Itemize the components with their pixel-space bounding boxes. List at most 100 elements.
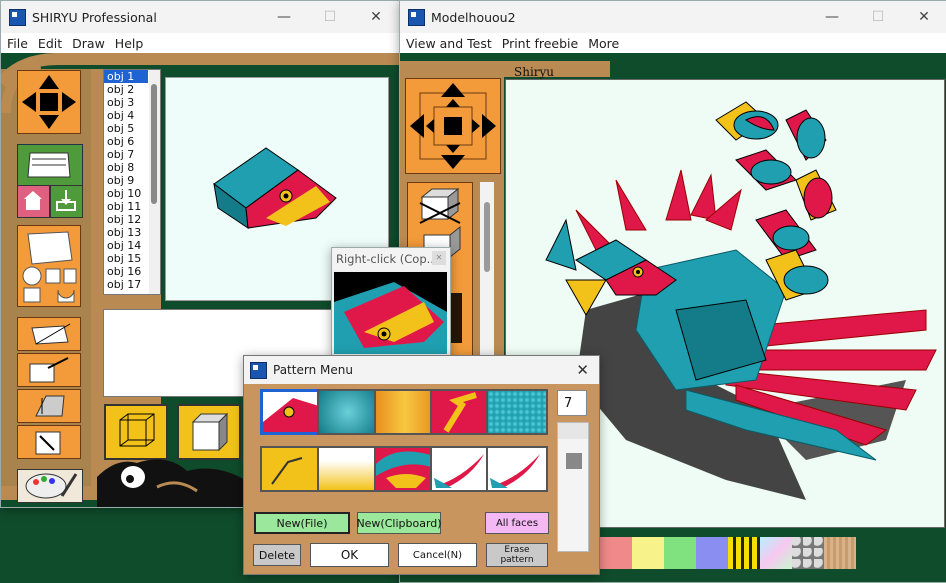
all-faces-button[interactable]: All faces [485,512,549,534]
minimize-button[interactable]: — [261,1,307,33]
solid-cube-button[interactable] [177,404,241,460]
popup-title: Right-click (Cop... [336,252,438,266]
pattern-tile-6[interactable] [260,446,322,492]
shapes-icon [22,231,77,303]
menu-edit[interactable]: Edit [38,36,62,51]
menu-file[interactable]: File [7,36,28,51]
wireframe-cube-button[interactable] [104,404,168,460]
window-title: SHIRYU Professional [32,9,157,25]
palette-icon [25,473,78,499]
delete-button[interactable]: Delete [253,544,301,566]
scroll-thumb[interactable] [566,453,582,469]
skew-tool-button[interactable] [17,389,81,423]
menu-more[interactable]: More [588,36,619,51]
move-arrow-icon [35,431,61,455]
swatch-blue[interactable] [696,537,728,569]
pattern-tile-1[interactable] [260,389,322,435]
list-item[interactable]: obj 6 [104,135,148,148]
new-clipboard-button[interactable]: New(Clipboard) [356,512,442,534]
scroll-thumb[interactable] [151,84,157,204]
list-item[interactable]: obj 11 [104,200,148,213]
pattern-tile-3[interactable] [374,389,436,435]
menu-help[interactable]: Help [115,36,144,51]
swatch-green[interactable] [664,537,696,569]
dialog-close-button[interactable]: ✕ [576,361,589,379]
pattern-tile-5[interactable] [486,389,548,435]
object-list[interactable]: obj 1 obj 2 obj 3 obj 4 obj 5 obj 6 obj 7 obj 8… [103,69,161,295]
maximize-button[interactable]: ☐ [855,1,901,33]
list-item[interactable]: obj 16 [104,265,148,278]
pattern-tile-7[interactable] [317,446,379,492]
swatch-stripe-texture[interactable] [728,537,760,569]
scroll-thumb[interactable] [484,202,490,272]
scroll-track-top [558,423,588,439]
popup-titlebar[interactable]: Right-click (Cop... ✕ [332,248,450,270]
list-item[interactable]: obj 3 [104,96,148,109]
feather-stroke-pattern-alt [490,454,540,488]
model-titlebar[interactable]: Modelhouou2 — ☐ ✕ [400,1,946,33]
erase-label-line2: pattern [500,555,534,565]
swatch-iridescent-texture[interactable] [760,537,792,569]
list-scrollbar[interactable] [149,70,160,294]
new-file-button[interactable]: New(File) [254,512,350,534]
list-item[interactable]: obj 8 [104,161,148,174]
list-item[interactable]: obj 12 [104,213,148,226]
rotate-view-pad[interactable] [17,70,81,134]
pattern-tile-9[interactable] [430,446,492,492]
menu-bar: View and Test Print freebie More [400,33,946,53]
close-button[interactable]: ✕ [353,1,399,33]
view-rotate-pad[interactable] [405,78,501,174]
pattern-tile-2[interactable] [317,389,379,435]
folder-icon [27,152,71,178]
box-tool-button[interactable] [17,317,81,351]
house-icon [24,191,42,210]
list-item[interactable]: obj 7 [104,148,148,161]
paint-palette-button[interactable] [17,469,83,503]
pattern-count-field[interactable]: 7 [557,390,587,416]
import-button[interactable] [50,185,83,218]
move-tool-button[interactable] [17,425,81,459]
shiryu-titlebar[interactable]: SHIRYU Professional — ☐ ✕ [1,1,399,33]
erase-pattern-button[interactable]: Erase pattern [486,543,548,567]
swatch-yellow[interactable] [632,537,664,569]
open-folder-button[interactable] [17,144,83,186]
feather-stroke-pattern [434,454,484,488]
list-item[interactable]: obj 9 [104,174,148,187]
list-item[interactable]: obj 1 [104,70,148,83]
shape-tools-button[interactable] [17,225,81,307]
menu-bar: File Edit Draw Help [1,33,399,53]
list-item[interactable]: obj 13 [104,226,148,239]
dialog-titlebar[interactable]: Pattern Menu ✕ [244,356,599,384]
swatch-pink[interactable] [600,537,632,569]
swatch-stones-texture[interactable] [792,537,824,569]
popup-close-icon[interactable]: ✕ [432,251,446,265]
list-item[interactable]: obj 4 [104,109,148,122]
menu-print-freebie[interactable]: Print freebie [502,36,578,51]
app-icon [408,8,425,26]
menu-view-and-test[interactable]: View and Test [406,36,492,51]
list-item[interactable]: obj 2 [104,83,148,96]
list-item[interactable]: obj 10 [104,187,148,200]
list-item[interactable]: obj 5 [104,122,148,135]
menu-draw[interactable]: Draw [72,36,105,51]
swatch-wood-texture[interactable] [824,537,856,569]
pattern-tile-8[interactable] [374,446,436,492]
pattern-tile-10[interactable] [486,446,548,492]
pattern-tile-4[interactable] [430,389,492,435]
ok-button[interactable]: OK [310,543,389,567]
maximize-button[interactable]: ☐ [307,1,353,33]
wireframe-cube-icon [119,413,155,447]
pattern-scrollbar[interactable] [557,422,589,552]
minimize-button[interactable]: — [809,1,855,33]
zigzag-pattern [443,392,477,433]
cancel-button[interactable]: Cancel(N) [398,543,477,567]
scale-tool-button[interactable] [17,353,81,387]
copy-popup-window: Right-click (Cop... ✕ [331,247,451,357]
new-object-button[interactable] [17,185,50,218]
list-item[interactable]: obj 15 [104,252,148,265]
app-icon [9,8,26,26]
list-item[interactable]: obj 14 [104,239,148,252]
list-item[interactable]: obj 17 [104,278,148,291]
close-button[interactable]: ✕ [901,1,946,33]
view-scrollbar[interactable] [480,182,494,360]
